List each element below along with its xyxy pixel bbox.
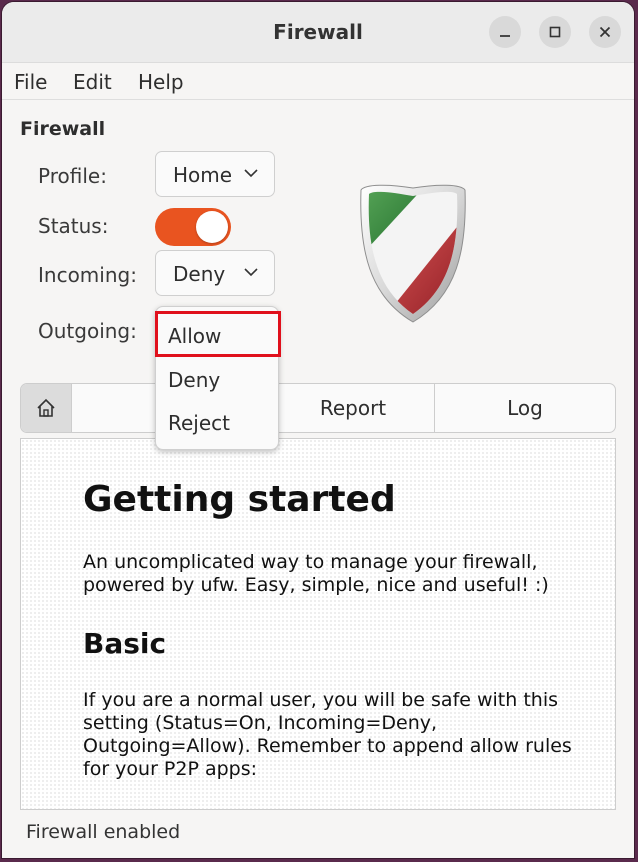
- shield-logo-icon: [357, 184, 469, 324]
- section-title: Firewall: [20, 118, 106, 140]
- title-bar[interactable]: Firewall: [2, 2, 634, 63]
- tab-report-label: Report: [319, 396, 387, 420]
- content-basic-text: If you are a normal user, you will be sa…: [83, 689, 572, 780]
- incoming-value: Deny: [173, 262, 226, 286]
- highlight-box: [155, 311, 281, 357]
- menu-edit[interactable]: Edit: [73, 70, 112, 94]
- status-bar-text: Firewall enabled: [26, 821, 181, 843]
- tab-home[interactable]: [21, 384, 71, 432]
- profile-combo[interactable]: Home: [155, 151, 275, 197]
- maximize-icon: [549, 26, 561, 38]
- chevron-down-icon: [244, 268, 258, 277]
- profile-value: Home: [173, 163, 233, 187]
- minimize-button[interactable]: [489, 16, 521, 48]
- close-icon: [599, 26, 611, 38]
- tab-report[interactable]: Report: [271, 384, 434, 432]
- content-heading: Getting started: [83, 479, 396, 520]
- chevron-down-icon: [244, 169, 258, 178]
- outgoing-dropdown-popover: Allow Deny Reject: [155, 306, 281, 450]
- status-label: Status:: [38, 214, 109, 238]
- menu-bar: File Edit Help: [2, 63, 634, 100]
- tab-log-label: Log: [507, 396, 543, 420]
- menu-help[interactable]: Help: [138, 70, 184, 94]
- profile-label: Profile:: [38, 164, 107, 188]
- toggle-knob: [196, 211, 228, 243]
- minimize-icon: [500, 35, 510, 37]
- firewall-window: Firewall File Edit Help Firewall Profile…: [2, 2, 634, 858]
- content-subheading: Basic: [83, 627, 167, 660]
- incoming-combo[interactable]: Deny: [155, 250, 275, 296]
- status-toggle[interactable]: [155, 208, 231, 246]
- close-button[interactable]: [589, 16, 621, 48]
- incoming-label: Incoming:: [38, 263, 137, 287]
- dropdown-option-reject[interactable]: Reject: [168, 411, 230, 435]
- tab-bar: Ru Report Log: [20, 383, 616, 433]
- maximize-button[interactable]: [539, 16, 571, 48]
- content-intro: An uncomplicated way to manage your fire…: [83, 551, 549, 596]
- tab-log[interactable]: Log: [434, 384, 615, 432]
- menu-file[interactable]: File: [14, 70, 47, 94]
- dropdown-option-deny[interactable]: Deny: [168, 368, 220, 392]
- help-content-panel[interactable]: Getting started An uncomplicated way to …: [20, 438, 616, 810]
- home-icon: [37, 398, 55, 417]
- outgoing-label: Outgoing:: [38, 319, 137, 343]
